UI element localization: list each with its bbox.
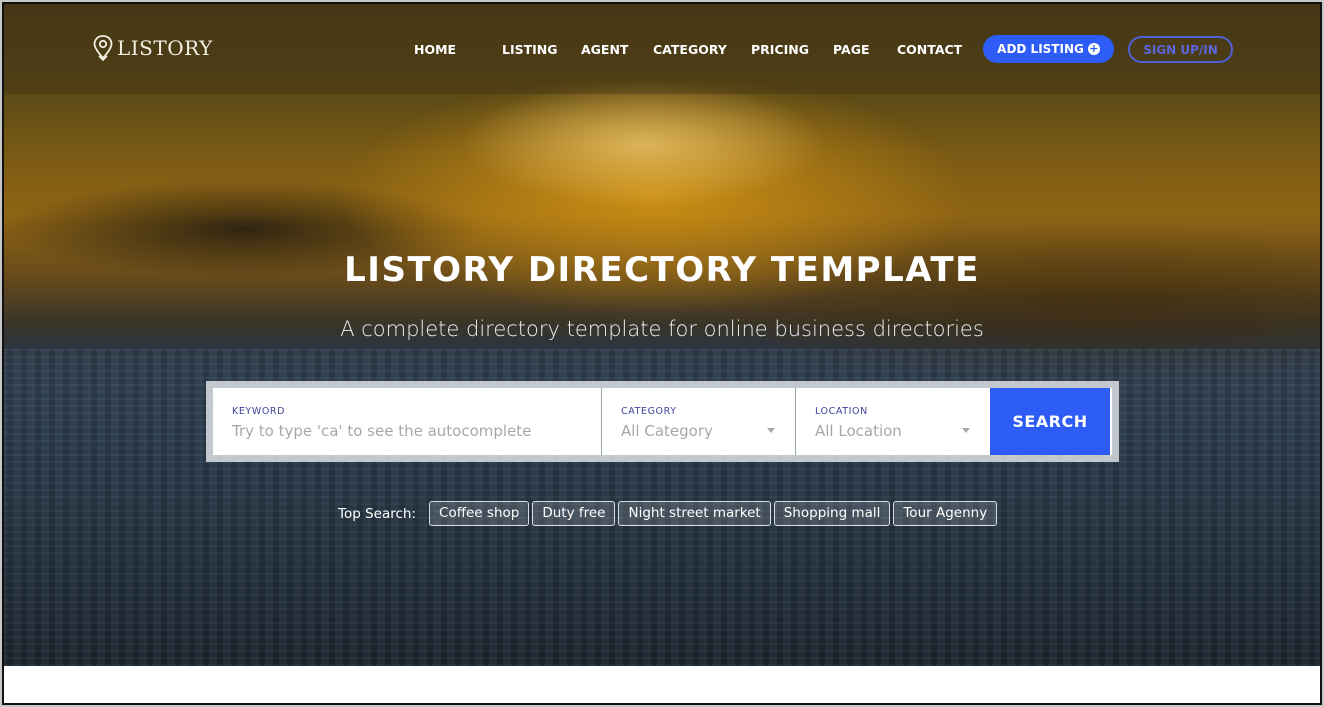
chevron-down-icon xyxy=(767,428,775,433)
top-search-tag[interactable]: Duty free xyxy=(532,501,616,526)
location-label: LOCATION xyxy=(815,406,868,417)
nav-page[interactable]: PAGE xyxy=(833,42,897,57)
top-search: Top Search: Coffee shop Duty free Night … xyxy=(338,501,1000,526)
logo-text: LISTORY xyxy=(117,36,213,60)
top-search-tag[interactable]: Night street market xyxy=(618,501,771,526)
nav-listing[interactable]: LISTING xyxy=(502,42,581,57)
hero-title: LISTORY DIRECTORY TEMPLATE xyxy=(344,250,980,290)
nav-pricing[interactable]: PRICING xyxy=(751,42,833,57)
category-label: CATEGORY xyxy=(621,406,677,417)
keyword-field[interactable]: KEYWORD Try to type 'ca' to see the auto… xyxy=(213,388,602,455)
nav-category[interactable]: CATEGORY xyxy=(653,42,751,57)
top-search-tag[interactable]: Tour Agenny xyxy=(893,501,998,526)
search-form: KEYWORD Try to type 'ca' to see the auto… xyxy=(206,381,1119,462)
hero-subtitle: A complete directory template for online… xyxy=(340,317,984,341)
add-listing-button[interactable]: ADD LISTING + xyxy=(983,35,1114,63)
search-button[interactable]: SEARCH xyxy=(990,388,1110,455)
nav-contact[interactable]: CONTACT xyxy=(897,42,977,57)
map-pin-icon xyxy=(93,35,113,62)
top-search-tag[interactable]: Coffee shop xyxy=(429,501,530,526)
top-search-tag[interactable]: Shopping mall xyxy=(773,501,891,526)
nav-agent[interactable]: AGENT xyxy=(581,42,653,57)
keyword-label: KEYWORD xyxy=(232,406,286,417)
nav-home[interactable]: HOME xyxy=(414,42,502,57)
top-search-label: Top Search: xyxy=(338,505,417,522)
hero-section: LISTORY HOME LISTING AGENT CATEGORY PRIC… xyxy=(4,4,1320,666)
sign-up-in-button[interactable]: SIGN UP/IN xyxy=(1128,36,1233,63)
page-content-area xyxy=(4,666,1320,703)
navbar: LISTORY HOME LISTING AGENT CATEGORY PRIC… xyxy=(4,4,1320,94)
location-select[interactable]: LOCATION All Location xyxy=(796,388,990,455)
logo[interactable]: LISTORY xyxy=(92,34,213,62)
browser-frame: LISTORY HOME LISTING AGENT CATEGORY PRIC… xyxy=(2,2,1322,705)
plus-circle-icon: + xyxy=(1087,42,1100,55)
add-listing-label: ADD LISTING xyxy=(997,42,1084,56)
chevron-down-icon xyxy=(962,428,970,433)
keyword-input[interactable]: Try to type 'ca' to see the autocomplete xyxy=(232,422,601,440)
category-select[interactable]: CATEGORY All Category xyxy=(602,388,796,455)
main-nav: HOME LISTING AGENT CATEGORY PRICING PAGE… xyxy=(414,42,977,57)
